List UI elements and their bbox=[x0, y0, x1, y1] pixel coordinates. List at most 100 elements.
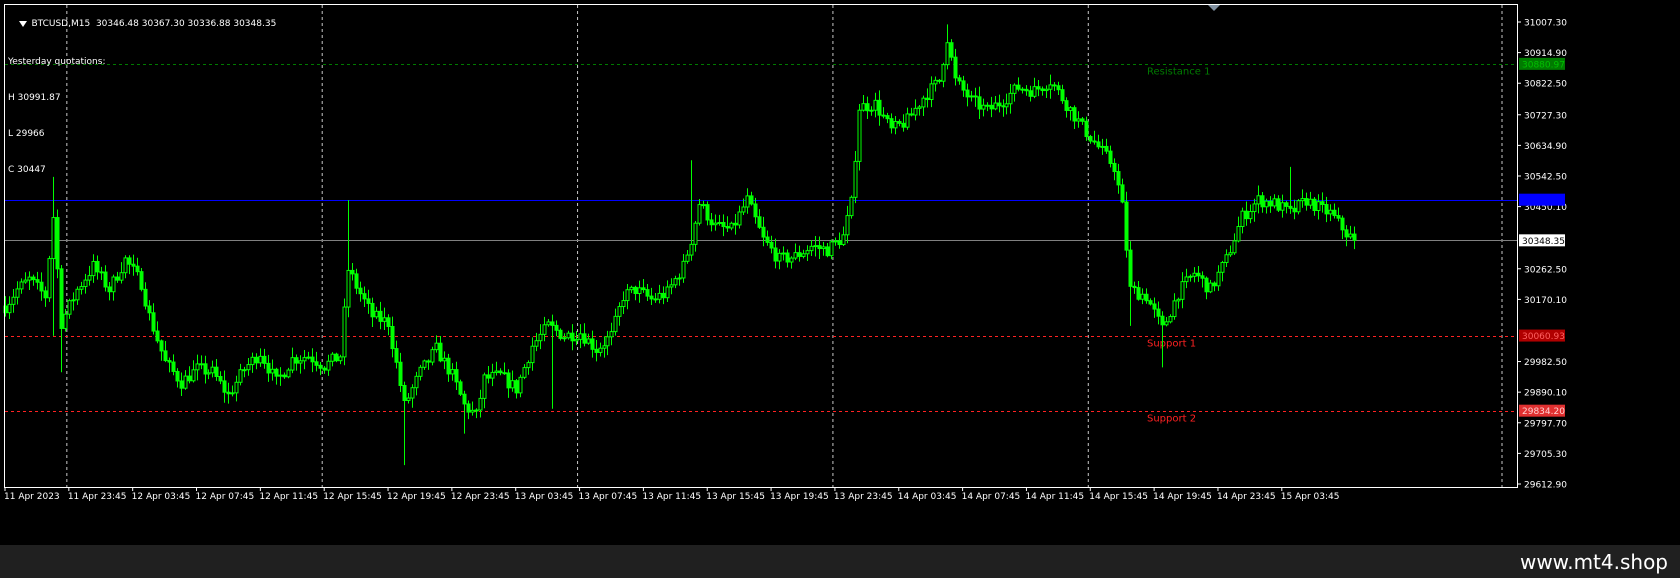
candle-body bbox=[510, 380, 515, 389]
candle-body bbox=[1300, 198, 1305, 202]
candle-body bbox=[997, 102, 1002, 107]
candle-body bbox=[163, 350, 168, 362]
y-tick-label: 30822.50 bbox=[1524, 80, 1567, 90]
candle-body bbox=[837, 240, 842, 246]
candle-body bbox=[506, 372, 511, 389]
candle-body bbox=[226, 391, 231, 395]
candle-body bbox=[877, 99, 882, 116]
candle-body bbox=[869, 109, 874, 112]
candle-body bbox=[741, 206, 746, 213]
candle-body bbox=[262, 355, 267, 364]
candle-body bbox=[402, 384, 407, 401]
candle-body bbox=[841, 234, 846, 246]
candle-body bbox=[729, 222, 734, 229]
candlestick-chart: Resistance 1 Support 1 Support 2 31007.30 3… bbox=[3, 4, 1567, 502]
candle-body bbox=[661, 292, 666, 299]
candle-body bbox=[598, 347, 603, 353]
candle-body bbox=[1256, 195, 1261, 205]
candle-body bbox=[183, 375, 188, 389]
candle-body bbox=[406, 397, 411, 401]
candle-body bbox=[745, 195, 750, 208]
candle-body bbox=[1240, 210, 1245, 228]
candle-body bbox=[1264, 200, 1269, 208]
candle-body bbox=[929, 83, 934, 101]
candle-body bbox=[789, 257, 794, 263]
candle-body bbox=[1192, 272, 1197, 277]
candle-body bbox=[19, 281, 24, 290]
candle-body bbox=[1028, 90, 1033, 97]
candle-body bbox=[1244, 210, 1249, 220]
candle-body bbox=[278, 374, 283, 377]
candle-body bbox=[242, 369, 247, 372]
y-tick-label: 30542.50 bbox=[1524, 173, 1567, 183]
candle-body bbox=[809, 245, 814, 252]
candle-body bbox=[925, 97, 930, 101]
candle-body bbox=[1156, 308, 1161, 317]
candle-body bbox=[1048, 84, 1053, 90]
candle-body bbox=[99, 271, 104, 274]
candle-body bbox=[27, 276, 32, 281]
y-tick-label: 30634.90 bbox=[1524, 142, 1567, 152]
y-tick-label: 29982.50 bbox=[1524, 358, 1567, 368]
candle-body bbox=[95, 260, 100, 273]
candle-body bbox=[418, 366, 423, 377]
candle-body bbox=[282, 374, 287, 378]
candle-body bbox=[749, 195, 754, 205]
chart-area[interactable]: Resistance 1 Support 1 Support 2 31007.30 3… bbox=[0, 0, 1680, 545]
y-tick-label: 30914.90 bbox=[1524, 49, 1567, 59]
candle-body bbox=[893, 121, 898, 129]
level-price-tag-label: 30060.93 bbox=[1522, 332, 1565, 342]
candle-body bbox=[147, 305, 152, 314]
candle-body bbox=[518, 376, 523, 394]
dropdown-triangle-icon[interactable] bbox=[19, 20, 28, 27]
candle-body bbox=[338, 356, 343, 362]
candle-body bbox=[494, 370, 499, 373]
candle-body bbox=[462, 393, 467, 405]
candle-body bbox=[486, 374, 491, 379]
candle-body bbox=[805, 250, 810, 255]
candle-body bbox=[1252, 203, 1257, 213]
candle-body bbox=[1308, 198, 1313, 206]
candle-body bbox=[1108, 150, 1113, 164]
candle-body bbox=[270, 368, 275, 374]
yesterday-quotations: Yesterday quotations: H 30991.87 L 29966… bbox=[8, 32, 105, 200]
candle-body bbox=[961, 80, 966, 91]
candle-body bbox=[426, 360, 431, 363]
candle-body bbox=[290, 357, 295, 371]
yesterday-high: H 30991.87 bbox=[8, 93, 61, 103]
watermark-text: www.mt4.shop bbox=[1519, 550, 1668, 574]
candle-body bbox=[1040, 88, 1045, 92]
candle-body bbox=[75, 288, 80, 301]
candle-body bbox=[111, 276, 116, 293]
candle-body bbox=[434, 342, 439, 351]
candle-body bbox=[685, 254, 690, 262]
candle-body bbox=[853, 160, 858, 198]
candle-body bbox=[1188, 275, 1193, 278]
candle-body bbox=[949, 42, 954, 58]
candle-body bbox=[1140, 293, 1145, 300]
candle-body bbox=[909, 113, 914, 116]
candle-body bbox=[1068, 107, 1073, 111]
candle-body bbox=[123, 257, 128, 274]
candle-body bbox=[765, 236, 770, 243]
candle-body bbox=[769, 241, 774, 249]
candle-body bbox=[1236, 226, 1241, 242]
candle-body bbox=[103, 271, 108, 288]
candle-body bbox=[1260, 195, 1265, 208]
candle-body bbox=[1056, 85, 1061, 91]
candle-body bbox=[63, 313, 68, 329]
candle-body bbox=[334, 353, 339, 362]
candle-body bbox=[446, 357, 451, 375]
candle-body bbox=[11, 296, 16, 305]
x-tick-label: 12 Apr 19:45 bbox=[387, 492, 446, 502]
candle-body bbox=[258, 355, 263, 364]
candle-body bbox=[985, 104, 990, 107]
y-tick-label: 29612.90 bbox=[1524, 481, 1567, 491]
x-tick-label: 13 Apr 15:45 bbox=[706, 492, 765, 502]
candle-body bbox=[266, 362, 271, 374]
candle-body bbox=[697, 204, 702, 224]
candle-body bbox=[629, 286, 634, 291]
x-tick-label: 13 Apr 03:45 bbox=[515, 492, 574, 502]
candle-body bbox=[677, 277, 682, 280]
candle-body bbox=[1228, 252, 1233, 256]
